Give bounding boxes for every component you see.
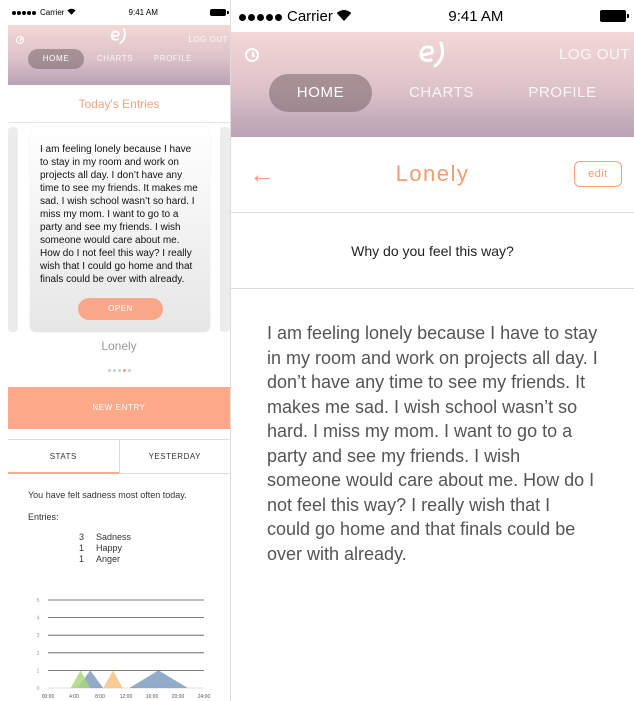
- next-card[interactable]: [220, 127, 230, 332]
- page-dot[interactable]: [107, 369, 111, 372]
- home-screen: Carrier 9:41 AM LOG OUT HOME CHARTS PROF…: [8, 0, 230, 701]
- app-header: LOG OUT HOME CHARTS PROFILE: [231, 32, 634, 137]
- logout-button[interactable]: LOG OUT: [559, 46, 630, 63]
- tab-profile[interactable]: PROFILE: [511, 74, 614, 112]
- x-tick-label: 16:00: [146, 694, 159, 700]
- tab-home[interactable]: HOME: [28, 49, 84, 69]
- section-title: Today's Entries: [8, 85, 230, 123]
- battery-icon: [210, 9, 229, 16]
- segment-yesterday[interactable]: YESTERDAY: [118, 440, 230, 474]
- carrier-info: Carrier: [12, 8, 77, 17]
- y-tick-label: 5: [37, 598, 40, 604]
- entry-caption: Lonely: [101, 339, 137, 353]
- prompt-question: Why do you feel this way?: [231, 213, 634, 289]
- carrier-name: Carrier: [40, 8, 65, 17]
- y-tick-label: 0: [37, 686, 40, 692]
- app-header: LOG OUT HOME CHARTS PROFILE: [8, 25, 230, 85]
- page-dot[interactable]: [112, 369, 116, 372]
- clock-icon[interactable]: [245, 48, 259, 62]
- y-tick-label: 3: [37, 633, 40, 639]
- tab-profile[interactable]: PROFILE: [144, 49, 202, 69]
- stats-message: You have felt sadness most often today.: [28, 490, 187, 500]
- logout-button[interactable]: LOG OUT: [188, 35, 228, 44]
- entries-label: Entries:: [28, 512, 59, 522]
- stats-segmented-control: STATS YESTERDAY: [8, 439, 230, 474]
- carrier-name: Carrier: [287, 7, 333, 25]
- area-series: [103, 670, 123, 688]
- y-tick-label: 1: [37, 668, 40, 674]
- tab-charts[interactable]: CHARTS: [390, 74, 493, 112]
- entry-detail-screen: Carrier 9:41 AM LOG OUT HOME CHARTS PROF…: [230, 0, 634, 701]
- new-entry-button[interactable]: NEW ENTRY: [8, 387, 230, 429]
- carrier-info: Carrier: [239, 8, 352, 25]
- edit-button[interactable]: edit: [574, 161, 622, 187]
- entries-list: 3 Sadness 1 Happy 1 Anger: [76, 532, 230, 565]
- status-bar: Carrier 9:41 AM: [231, 0, 634, 32]
- status-bar: Carrier 9:41 AM: [8, 0, 230, 25]
- open-button[interactable]: OPEN: [78, 298, 163, 320]
- app-logo-icon: [108, 27, 130, 47]
- list-item: 1 Anger: [78, 554, 121, 564]
- x-tick-label: 00:00: [42, 694, 55, 700]
- x-tick-label: 8:00: [95, 694, 105, 700]
- entry-card-text: I am feeling lonely because I have to st…: [40, 144, 198, 285]
- status-time: 9:41 AM: [448, 7, 504, 25]
- app-logo-icon: [415, 40, 451, 72]
- page-dot[interactable]: [127, 369, 131, 372]
- page-dot[interactable]: [122, 369, 126, 372]
- entry-carousel[interactable]: I am feeling lonely because I have to st…: [8, 123, 230, 333]
- list-item: 3 Sadness: [78, 532, 132, 542]
- tab-home[interactable]: HOME: [269, 74, 372, 112]
- detail-toolbar: ← Lonely edit: [231, 137, 634, 213]
- battery-icon: [599, 10, 629, 22]
- x-tick-label: 12:00: [120, 694, 133, 700]
- segment-stats[interactable]: STATS: [8, 440, 119, 474]
- tab-charts[interactable]: CHARTS: [86, 49, 144, 69]
- list-item: 1 Happy: [78, 543, 123, 553]
- page-indicator: [8, 359, 230, 377]
- x-tick-label: 20:00: [172, 694, 185, 700]
- signal-icon: [12, 8, 37, 17]
- prev-card[interactable]: [8, 127, 18, 332]
- wifi-icon: [336, 8, 352, 25]
- wifi-icon: [67, 8, 77, 17]
- emotion-chart: 0 1 2 3 4 5 00:00 4:00 8:00 12:00 16:00 20:00 24:00: [37, 598, 211, 700]
- page-dot[interactable]: [117, 369, 121, 372]
- y-tick-label: 4: [37, 616, 40, 622]
- nav-tabs: HOME CHARTS PROFILE: [28, 49, 202, 69]
- status-time: 9:41 AM: [128, 8, 158, 17]
- x-tick-label: 4:00: [69, 694, 79, 700]
- nav-tabs: HOME CHARTS PROFILE: [269, 74, 632, 112]
- x-tick-label: 24:00: [198, 694, 211, 700]
- clock-icon[interactable]: [16, 36, 24, 44]
- signal-icon: [239, 8, 284, 25]
- entry-body-text: I am feeling lonely because I have to st…: [267, 323, 598, 564]
- y-tick-label: 2: [37, 651, 40, 657]
- entry-card[interactable]: I am feeling lonely because I have to st…: [30, 127, 210, 332]
- area-series: [129, 670, 188, 688]
